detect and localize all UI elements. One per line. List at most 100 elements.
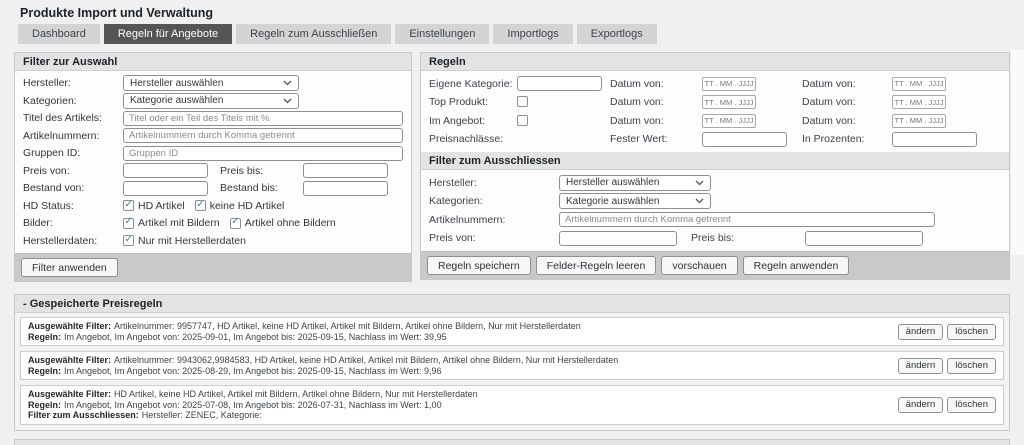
hd-status-label: HD Status: — [23, 200, 123, 212]
preis-von-input[interactable] — [123, 163, 208, 178]
exclude-preis-bis-input[interactable] — [805, 231, 923, 246]
exclude-kategorien-select-value: Kategorie auswählen — [566, 196, 659, 207]
preisnachlaesse-row: Preisnachlässe: Fester Wert: In Prozente… — [429, 131, 1001, 149]
tab-importlogs[interactable]: Importlogs — [493, 24, 572, 44]
exclude-hersteller-select-value: Hersteller auswählen — [566, 177, 659, 188]
nur-mit-herstellerdaten-checkbox[interactable] — [123, 235, 134, 246]
filtered-articles-accordion-header[interactable]: + Gefilterte Artikel — [14, 439, 1010, 445]
saved-rule-row-1: Ausgewählte Filter:Artikelnummer: 995774… — [20, 317, 1004, 346]
rule-rules-line: Regeln:Im Angebot, Im Angebot von: 2025-… — [28, 400, 888, 411]
exclude-kategorien-row: Kategorien: Kategorie auswählen — [429, 193, 1001, 211]
artikelnummern-row: Artikelnummern: — [23, 128, 403, 145]
top-produkt-datum-bis-input[interactable] — [892, 95, 946, 109]
filter-panel: Filter zur Auswahl Hersteller: Herstelle… — [14, 52, 412, 282]
im-angebot-datum-bis-input[interactable] — [892, 114, 946, 128]
datum-von-label: Datum von: — [610, 78, 702, 90]
rule-change-button[interactable]: ändern — [898, 324, 944, 340]
exclude-hersteller-select[interactable]: Hersteller auswählen — [559, 175, 711, 191]
exclude-panel-header: Filter zum Ausschliessen — [421, 152, 1009, 170]
keine-hd-artikel-label: keine HD Artikel — [210, 200, 285, 212]
hd-artikel-checkbox[interactable] — [123, 200, 134, 211]
rule-delete-button[interactable]: löschen — [947, 324, 996, 340]
tab-exportlogs[interactable]: Exportlogs — [577, 24, 657, 44]
in-prozenten-input[interactable] — [892, 132, 977, 147]
herstellerdaten-label: Herstellerdaten: — [23, 235, 123, 247]
datum-von-label: Datum von: — [802, 96, 892, 108]
datum-von-label: Datum von: — [610, 96, 702, 108]
tab-regeln-zum-ausschliessen[interactable]: Regeln zum Ausschließen — [236, 24, 391, 44]
top-produkt-checkbox[interactable] — [517, 96, 528, 107]
rule-change-button[interactable]: ändern — [898, 397, 944, 413]
saved-rule-row-3: Ausgewählte Filter:HD Artikel, keine HD … — [20, 385, 1004, 425]
rules-panel-header: Regeln — [421, 53, 1009, 71]
titel-row: Titel des Artikels: — [23, 110, 403, 127]
kategorien-select[interactable]: Kategorie auswählen — [123, 93, 299, 109]
artikelnummern-input[interactable] — [123, 128, 403, 143]
nur-mit-herstellerdaten-label: Nur mit Herstellerdaten — [138, 235, 246, 247]
exclude-hersteller-row: Hersteller: Hersteller auswählen — [429, 174, 1001, 192]
artikel-mit-bildern-checkbox[interactable] — [123, 218, 134, 229]
keine-hd-artikel-checkbox[interactable] — [195, 200, 206, 211]
fester-wert-label: Fester Wert: — [610, 133, 702, 145]
hersteller-select-value: Hersteller auswählen — [130, 78, 223, 89]
page-title: Produkte Import und Verwaltung — [20, 6, 1024, 20]
eigene-kategorie-input[interactable] — [517, 76, 602, 91]
preis-bis-input[interactable] — [303, 163, 388, 178]
exclude-artikelnummern-input[interactable] — [559, 212, 935, 227]
rule-delete-button[interactable]: löschen — [947, 397, 996, 413]
eigene-kategorie-label: Eigene Kategorie: — [429, 78, 517, 90]
tab-regeln-fuer-angebote[interactable]: Regeln für Angebote — [104, 24, 232, 44]
hd-artikel-label: HD Artikel — [138, 200, 185, 212]
rules-apply-button[interactable]: Regeln anwenden — [743, 256, 850, 275]
herstellerdaten-row: Herstellerdaten: Nur mit Herstellerdaten — [23, 233, 403, 250]
kategorien-select-value: Kategorie auswählen — [130, 95, 223, 106]
fester-wert-input[interactable] — [702, 132, 787, 147]
exclude-artikelnummern-label: Artikelnummern: — [429, 214, 559, 226]
rules-preview-button[interactable]: vorschauen — [661, 256, 737, 275]
rule-change-button[interactable]: ändern — [898, 358, 944, 374]
filter-apply-button[interactable]: Filter anwenden — [21, 258, 118, 277]
rules-save-button[interactable]: Regeln speichern — [427, 256, 531, 275]
hersteller-select[interactable]: Hersteller auswählen — [123, 75, 299, 91]
exclude-preis-von-label: Preis von: — [429, 232, 559, 244]
rules-panel: Regeln Eigene Kategorie: Datum von: Datu… — [420, 52, 1010, 280]
rules-clear-button[interactable]: Felder-Regeln leeren — [536, 256, 657, 275]
eigene-kategorie-datum-von-input[interactable] — [702, 77, 756, 91]
im-angebot-label: Im Angebot: — [429, 115, 517, 127]
preisnachlaesse-label: Preisnachlässe: — [429, 133, 517, 145]
exclude-kategorien-label: Kategorien: — [429, 195, 559, 207]
bilder-label: Bilder: — [23, 217, 123, 229]
top-produkt-label: Top Produkt: — [429, 96, 517, 108]
datum-von-label: Datum von: — [802, 78, 892, 90]
saved-rules-panel: - Gespeicherte Preisregeln Ausgewählte F… — [14, 294, 1010, 431]
im-angebot-datum-von-input[interactable] — [702, 114, 756, 128]
bestand-row: Bestand von: Bestand bis: — [23, 180, 403, 197]
artikel-ohne-bildern-label: Artikel ohne Bildern — [245, 217, 336, 229]
gruppen-id-input[interactable] — [123, 146, 403, 161]
exclude-preis-von-input[interactable] — [559, 231, 677, 246]
bestand-von-label: Bestand von: — [23, 182, 123, 194]
tab-dashboard[interactable]: Dashboard — [18, 24, 100, 44]
bestand-von-input[interactable] — [123, 181, 208, 196]
artikel-mit-bildern-label: Artikel mit Bildern — [138, 217, 220, 229]
exclude-kategorien-select[interactable]: Kategorie auswählen — [559, 193, 711, 209]
im-angebot-checkbox[interactable] — [517, 115, 528, 126]
datum-von-label: Datum von: — [610, 115, 702, 127]
tab-einstellungen[interactable]: Einstellungen — [395, 24, 489, 44]
preis-von-label: Preis von: — [23, 165, 123, 177]
titel-input[interactable] — [123, 111, 403, 126]
filter-panel-footer: Filter anwenden — [15, 253, 411, 281]
saved-rules-accordion-header[interactable]: - Gespeicherte Preisregeln — [15, 295, 1009, 313]
bestand-bis-input[interactable] — [303, 181, 388, 196]
eigene-kategorie-datum-bis-input[interactable] — [892, 77, 946, 91]
right-edge-strip — [1011, 50, 1024, 255]
bilder-row: Bilder: Artikel mit Bildern Artikel ohne… — [23, 215, 403, 232]
filter-panel-header: Filter zur Auswahl — [15, 53, 411, 71]
eigene-kategorie-row: Eigene Kategorie: Datum von: Datum von: — [429, 75, 1001, 93]
rule-filter-line: Ausgewählte Filter:HD Artikel, keine HD … — [28, 389, 888, 400]
exclude-hersteller-label: Hersteller: — [429, 177, 559, 189]
top-produkt-datum-von-input[interactable] — [702, 95, 756, 109]
artikel-ohne-bildern-checkbox[interactable] — [230, 218, 241, 229]
rule-filter-line: Ausgewählte Filter:Artikelnummer: 994306… — [28, 355, 888, 366]
rule-delete-button[interactable]: löschen — [947, 358, 996, 374]
